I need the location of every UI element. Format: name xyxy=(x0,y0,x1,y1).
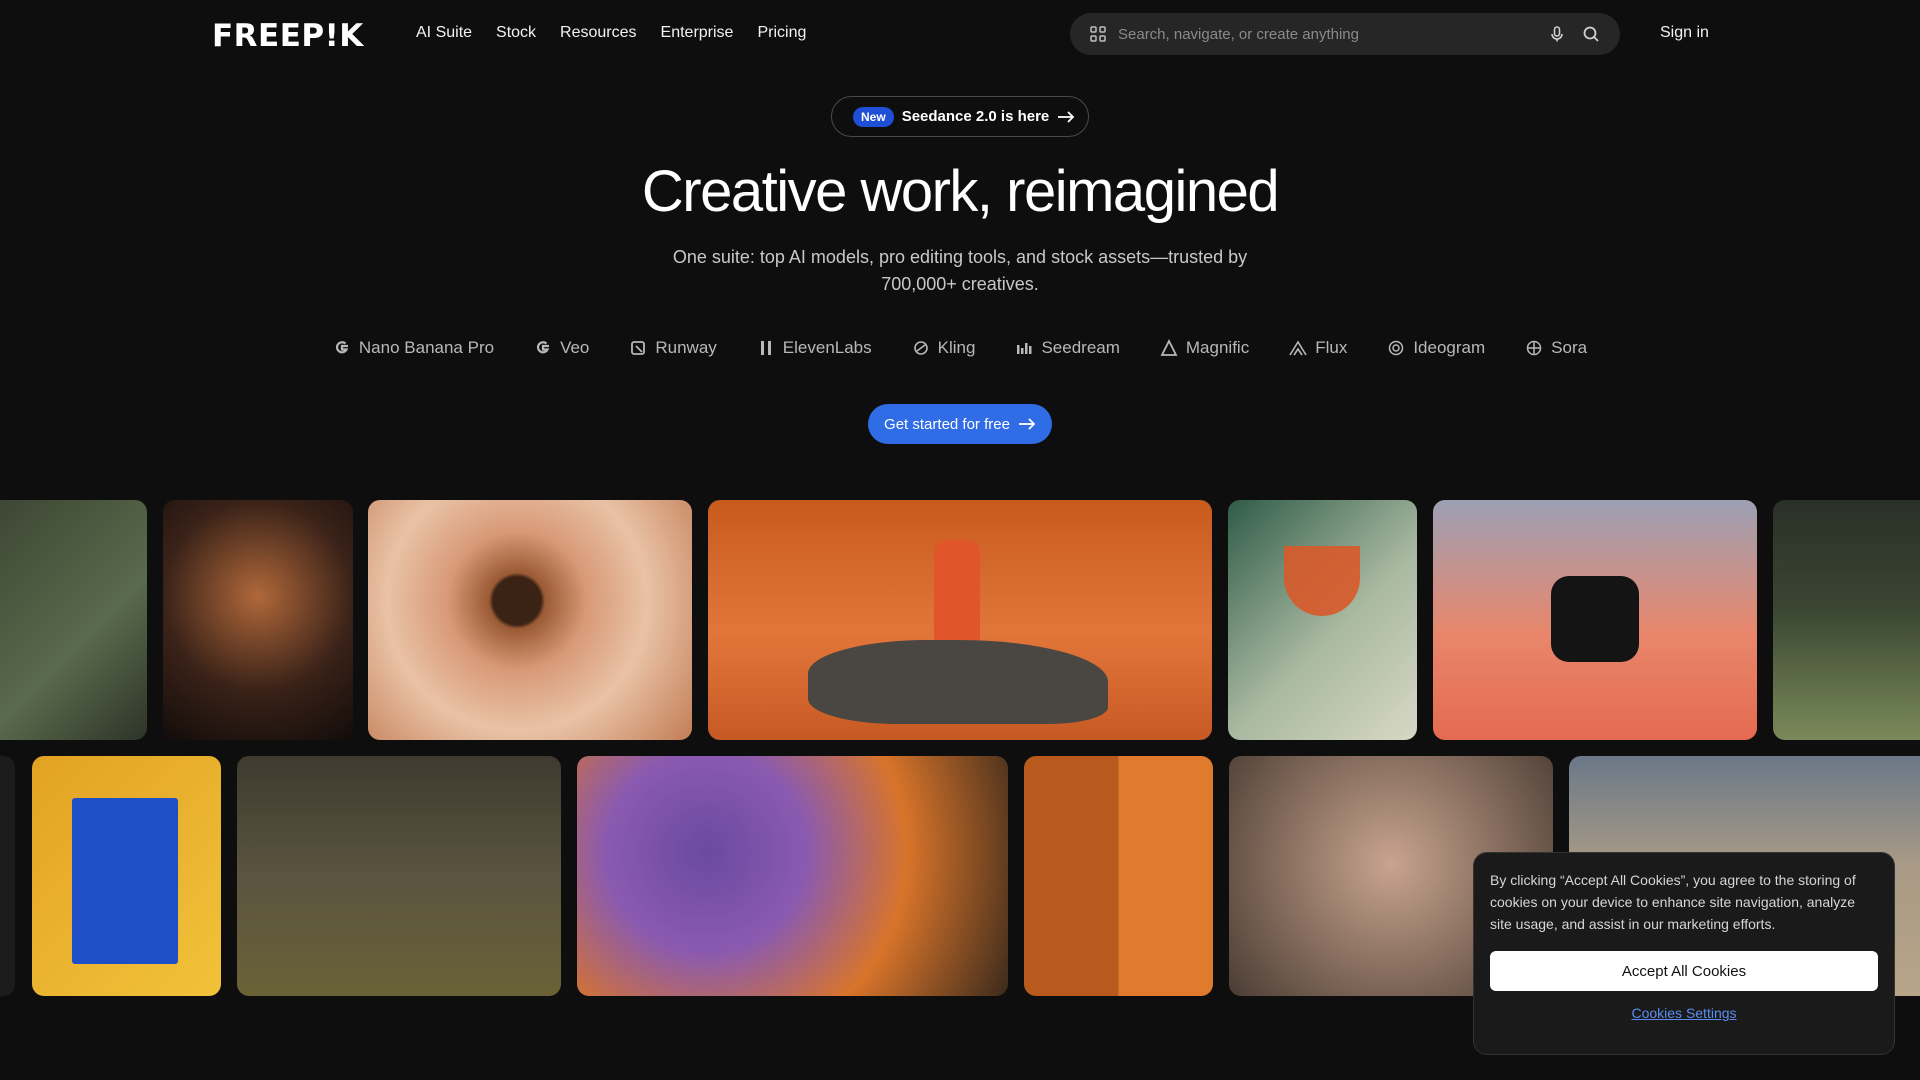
ideogram-icon xyxy=(1389,340,1404,356)
cta-label: Get started for free xyxy=(884,415,1010,433)
nav-item-resources[interactable]: Resources xyxy=(560,24,636,42)
model-seedream[interactable]: Seedream xyxy=(1015,338,1120,358)
model-label: Sora xyxy=(1551,338,1588,357)
model-label: Ideogram xyxy=(1413,338,1486,357)
earbud-case-shape xyxy=(1551,576,1639,662)
arrow-right-icon xyxy=(1018,418,1036,430)
google-g-icon xyxy=(537,341,550,354)
model-sora[interactable]: Sora xyxy=(1525,338,1587,358)
nav-item-stock[interactable]: Stock xyxy=(496,24,536,42)
model-label: Nano Banana Pro xyxy=(358,338,495,357)
bloom-poster-shape xyxy=(72,798,178,964)
search-bar[interactable] xyxy=(1070,13,1620,55)
hero-title: Creative work, reimagined xyxy=(641,159,1280,224)
announcement-text: Seedance 2.0 is here xyxy=(901,108,1050,125)
model-veo[interactable]: Veo xyxy=(534,338,589,358)
bottle-shape xyxy=(934,540,980,648)
search-input[interactable] xyxy=(1118,25,1532,43)
model-label: Kling xyxy=(937,338,976,357)
rock-shape xyxy=(808,640,1108,724)
cocktail-glass-shape xyxy=(1284,546,1360,616)
nav-item-ai-suite[interactable]: AI Suite xyxy=(416,24,472,42)
header: FREEP!K AI Suite Stock Resources Enterpr… xyxy=(0,0,1920,68)
model-label: Seedream xyxy=(1041,338,1120,357)
elevenlabs-icon xyxy=(760,341,771,355)
cookies-settings-link[interactable]: Cookies Settings xyxy=(1490,1005,1878,1021)
main-nav: AI Suite Stock Resources Enterprise Pric… xyxy=(416,24,806,42)
model-kling[interactable]: Kling xyxy=(912,338,976,358)
search-icon[interactable] xyxy=(1582,25,1600,43)
freepik-logo[interactable]: FREEP!K xyxy=(212,18,364,54)
seedream-icon xyxy=(1017,343,1032,354)
google-g-icon xyxy=(335,341,349,354)
gallery-image-eye[interactable] xyxy=(368,500,692,740)
model-label: Runway xyxy=(655,338,717,357)
model-nano-banana-pro[interactable]: Nano Banana Pro xyxy=(333,338,494,358)
magnific-icon xyxy=(1160,339,1178,356)
model-label: Veo xyxy=(560,338,590,357)
mic-icon[interactable] xyxy=(1548,25,1566,43)
get-started-button[interactable]: Get started for free xyxy=(868,404,1052,444)
model-flux[interactable]: Flux xyxy=(1289,338,1347,358)
gallery-image-cocktail[interactable] xyxy=(1228,500,1417,740)
model-label: ElevenLabs xyxy=(782,338,872,357)
gallery-image-bloom-mockup[interactable] xyxy=(32,756,221,996)
model-label: Magnific xyxy=(1185,338,1250,357)
hero-subtitle: One suite: top AI models, pro editing to… xyxy=(672,247,1248,294)
model-list: Nano Banana Pro Veo Runway ElevenLabs Kl… xyxy=(0,338,1920,358)
kling-icon xyxy=(913,341,928,355)
flux-icon xyxy=(1289,340,1307,356)
cookie-banner: By clicking “Accept All Cookies”, you ag… xyxy=(1473,852,1895,1055)
model-label: Flux xyxy=(1315,338,1348,357)
openai-icon xyxy=(1526,340,1542,356)
gallery-image-bottle-on-rock[interactable] xyxy=(708,500,1212,740)
page: FREEP!K AI Suite Stock Resources Enterpr… xyxy=(0,0,1920,1080)
cookie-text: By clicking “Accept All Cookies”, you ag… xyxy=(1490,872,1856,932)
signin-link[interactable]: Sign in xyxy=(1660,24,1709,42)
model-runway[interactable]: Runway xyxy=(629,338,717,358)
gallery-image-earbuds[interactable] xyxy=(1433,500,1757,740)
runway-icon xyxy=(631,341,646,355)
gallery-image-action-hero[interactable] xyxy=(577,756,1008,996)
arrow-right-icon xyxy=(1058,110,1075,123)
gallery-image-dark-strip[interactable] xyxy=(0,756,15,996)
model-ideogram[interactable]: Ideogram xyxy=(1387,338,1485,358)
gallery-image-field[interactable] xyxy=(1773,500,1920,740)
nav-item-enterprise[interactable]: Enterprise xyxy=(661,24,734,42)
announcement-pill[interactable]: New Seedance 2.0 is here xyxy=(831,96,1089,137)
nav-item-pricing[interactable]: Pricing xyxy=(757,24,806,42)
gallery-image-cartoon-character[interactable] xyxy=(163,500,353,740)
grid-icon xyxy=(1090,26,1106,42)
model-elevenlabs[interactable]: ElevenLabs xyxy=(757,338,872,358)
gallery-image-sunglasses-portrait[interactable] xyxy=(1024,756,1213,996)
gallery-image-elephant[interactable] xyxy=(237,756,561,996)
accept-cookies-button[interactable]: Accept All Cookies xyxy=(1490,951,1878,991)
new-badge: New xyxy=(853,106,894,127)
model-magnific[interactable]: Magnific xyxy=(1160,338,1249,358)
gallery-image-hands[interactable] xyxy=(0,500,147,740)
